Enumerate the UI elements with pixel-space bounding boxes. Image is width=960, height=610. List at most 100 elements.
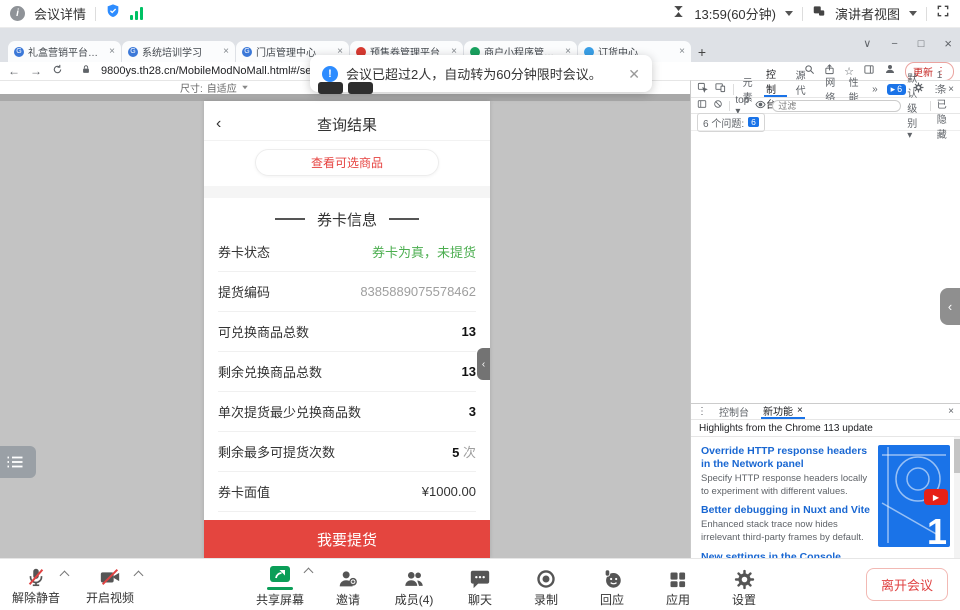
invite-button[interactable]: 邀请 [326,566,370,608]
floating-list-button[interactable] [0,446,36,478]
chat-button[interactable]: 聊天 [458,566,502,608]
whats-new-link-2[interactable]: Better debugging in Nuxt and Vite [701,504,872,517]
lock-icon[interactable] [81,62,91,80]
fullscreen-icon[interactable] [936,4,950,23]
new-tab-button[interactable]: + [692,41,712,62]
reactions-button[interactable]: 回应 [590,566,634,608]
divider [95,7,96,21]
tab-close-icon[interactable]: × [223,47,229,57]
audio-options-chevron-icon[interactable] [60,570,70,580]
mobile-page: ‹ 查询结果 查看可选商品 券卡信息 券卡状态 券卡为真，未提货 提货编码 83… [204,101,490,558]
tab-title: 系统培训学习 [142,44,219,59]
divider [926,7,927,21]
devtools-tab-sources[interactable]: 源代码 [794,81,817,97]
meeting-info-icon[interactable]: i [10,6,25,21]
whats-new-desc-1: Specify HTTP response headers locally to… [701,473,872,498]
page-title: 查询结果 [317,114,377,135]
meeting-details-label[interactable]: 会议详情 [34,4,86,23]
apps-button[interactable]: 应用 [656,566,700,608]
reload-icon[interactable] [52,62,63,80]
invite-label: 邀请 [336,591,360,608]
clear-console-icon[interactable] [713,99,723,112]
share-screen-button[interactable]: 共享屏幕 [256,561,304,608]
timer-dropdown-icon[interactable] [785,11,793,16]
reactions-label: 回应 [600,591,624,608]
drawer-menu-dots-icon[interactable]: ⋮ [697,406,707,417]
dimensions-value[interactable]: 自适应 [207,80,237,95]
tab-close-icon[interactable]: × [679,47,685,57]
tab-search-icon[interactable]: ∨ [863,37,871,50]
drawer-close-icon[interactable]: × [948,406,954,417]
console-message-count-badge[interactable]: ▸6 [887,84,907,95]
encryption-shield-icon[interactable] [105,3,121,24]
video-options-chevron-icon[interactable] [134,570,144,580]
whats-new-link-1[interactable]: Override HTTP response headers in the Ne… [701,445,872,471]
dimensions-label: 尺寸: [180,80,203,95]
drawer-tab-whats-new[interactable]: 新功能 × [761,404,805,419]
console-filter-input[interactable] [772,100,901,112]
row-pickup-code: 提货编码 8385889075578462 [218,272,476,312]
drawer-tab-bar: ⋮ 控制台 新功能 × × [691,404,960,420]
participants-label: 成员(4) [395,591,434,608]
whats-new-content: Override HTTP response headers in the Ne… [691,437,960,563]
console-sidebar-icon[interactable] [697,99,707,112]
inspect-element-icon[interactable] [697,82,708,96]
meeting-top-bar: i 会议详情 13:59(60分钟) 演讲者视图 [0,0,960,28]
row-value: 8385889075578462 [360,284,476,299]
log-level-selector[interactable]: 默认级别 ▾ [907,70,924,141]
settings-button[interactable]: 设置 [722,566,766,608]
reactions-smiley-icon [601,566,624,590]
share-screen-label: 共享屏幕 [256,591,304,608]
settings-gear-icon [734,566,755,590]
devtools-more-tabs-icon[interactable]: » [870,81,880,97]
dark-overlay-buttons[interactable] [318,82,373,94]
viewport-top-shadow [0,94,690,101]
window-close-icon[interactable]: × [944,36,952,51]
row-min-per-pickup: 单次提货最少兑换商品数 3 [218,392,476,432]
side-panel-icon[interactable] [863,62,875,80]
back-chevron-icon[interactable]: ‹ [216,115,221,133]
toast-close-icon[interactable]: ✕ [628,67,640,81]
window-minimize-icon[interactable]: − [891,38,897,50]
devtools-tab-network[interactable]: 网络 [823,81,839,97]
devtools-tab-performance[interactable]: 性能 [847,81,863,97]
side-panel-collapse-handle[interactable]: ‹ [940,288,960,325]
drawer-tab-console[interactable]: 控制台 [717,404,751,419]
view-dropdown-icon[interactable] [909,11,917,16]
pickup-submit-button[interactable]: 我要提货 [204,520,490,558]
issues-chip[interactable]: 6 个问题: 6 [697,113,765,132]
timer-hourglass-icon [672,5,685,23]
youtube-play-icon[interactable]: ▶ [924,489,948,505]
row-label: 剩余最多可提货次数 [218,442,335,461]
dark-pill-button[interactable] [348,82,373,94]
share-options-chevron-icon[interactable] [304,568,314,578]
eye-icon[interactable] [755,100,766,112]
device-toolbar-toggle-icon[interactable] [715,82,726,96]
participants-icon [402,566,426,590]
devtools-tab-console[interactable]: 控制台 [764,81,787,97]
tab-close-icon[interactable]: × [109,47,115,57]
row-total-redeemable: 可兑换商品总数 13 [218,312,476,352]
browser-tab-2[interactable]: G 系统培训学习 × [122,41,235,62]
scrollbar-track[interactable] [954,437,960,563]
start-video-button[interactable]: 开启视频 [86,564,134,606]
row-value: 13 [462,324,476,339]
dimensions-dropdown-icon[interactable] [242,86,248,90]
dark-pill-button[interactable] [318,82,343,94]
participants-button[interactable]: 成员(4) [392,566,436,608]
scrollbar-thumb[interactable] [954,439,960,473]
record-button[interactable]: 录制 [524,566,568,608]
tab-favicon: G [14,47,24,57]
forward-icon[interactable]: → [30,65,42,77]
browser-tab-1[interactable]: G 礼盒营销平台管理中心 × [8,41,121,62]
card-collapse-handle[interactable]: ‹ [477,348,490,380]
console-output-area[interactable] [691,131,960,403]
profile-avatar-icon[interactable] [884,62,896,80]
unmute-button[interactable]: 解除静音 [12,564,60,606]
drawer-tab-close-icon[interactable]: × [797,405,803,416]
leave-meeting-button[interactable]: 离开会议 [866,568,948,601]
back-icon[interactable]: ← [8,65,20,77]
view-products-button[interactable]: 查看可选商品 [255,149,439,176]
window-maximize-icon[interactable]: □ [918,38,925,50]
view-mode-label[interactable]: 演讲者视图 [835,4,900,23]
